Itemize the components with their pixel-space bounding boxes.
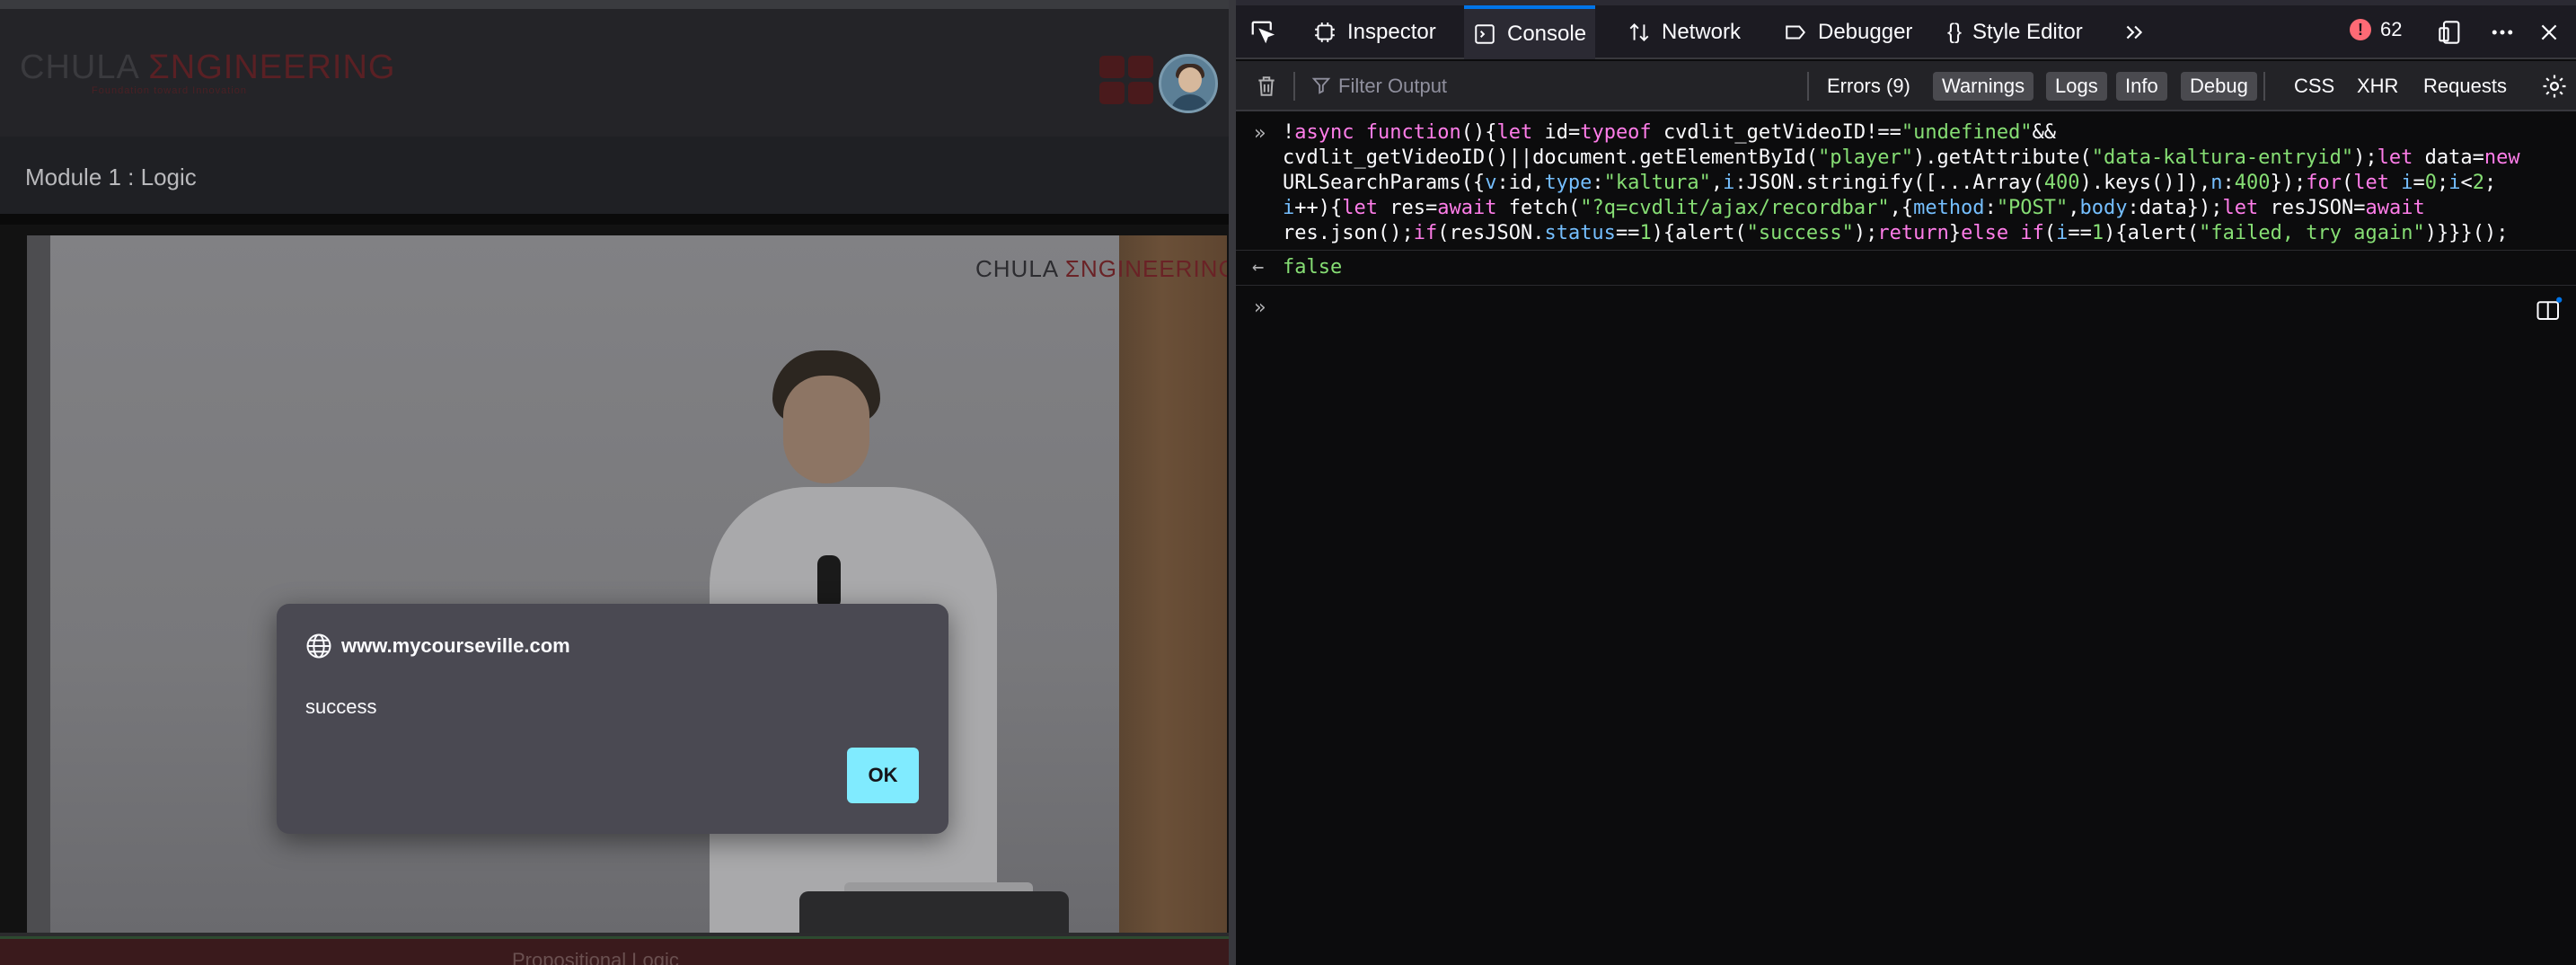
alert-header: www.mycourseville.com — [305, 633, 570, 660]
prompt-chevron-icon: » — [1254, 297, 1266, 319]
module-bar: Module 1 : Logic — [0, 137, 1229, 214]
console-result-value: false — [1283, 256, 1343, 279]
element-picker-icon[interactable] — [1248, 18, 1277, 47]
trash-icon[interactable] — [1252, 72, 1281, 101]
alert-origin: www.mycourseville.com — [341, 634, 570, 657]
console-settings-gear-icon[interactable] — [2540, 72, 2569, 101]
style-editor-icon: {} — [1947, 20, 1963, 44]
editor-mode-toggle-icon[interactable] — [2535, 297, 2563, 323]
console-input-code[interactable]: !async function(){let id=typeof cvdlit_g… — [1283, 120, 2558, 246]
error-count-badge[interactable]: ! 62 — [2350, 18, 2402, 41]
filter-logs-toggle[interactable]: Logs — [2046, 72, 2107, 101]
console-input[interactable] — [1283, 295, 2450, 327]
filter-info-toggle[interactable]: Info — [2116, 72, 2167, 101]
result-arrow-icon: ← — [1252, 256, 1265, 279]
close-icon[interactable] — [2535, 18, 2563, 47]
network-icon — [1629, 22, 1649, 42]
devtools-panel: Inspector Console Network Debugger {} St… — [1236, 0, 2576, 965]
debugger-icon — [1786, 25, 1806, 40]
filter-css-toggle[interactable]: CSS — [2285, 72, 2343, 101]
ok-button[interactable]: OK — [847, 748, 919, 803]
filter-debug-toggle[interactable]: Debug — [2181, 72, 2257, 101]
video-watermark: CHULA ΣNGINEERING — [975, 255, 1227, 282]
console-prompt: » — [1236, 289, 2576, 332]
filter-output-input[interactable] — [1311, 68, 1760, 104]
tab-network[interactable]: Network — [1619, 5, 1750, 59]
devtools-toolbar: Inspector Console Network Debugger {} St… — [1236, 0, 2576, 59]
tab-style-editor[interactable]: {} Style Editor — [1938, 5, 2092, 59]
console-result-message: ← false — [1236, 250, 2576, 286]
apps-grid-icon[interactable] — [1099, 56, 1153, 104]
globe-icon — [306, 633, 331, 659]
devtools-splitter[interactable] — [1229, 0, 1236, 965]
video-caption: Propositional Logic — [512, 949, 679, 965]
filter-xhr-toggle[interactable]: XHR — [2348, 72, 2407, 101]
tab-debugger[interactable]: Debugger — [1775, 5, 1921, 59]
console-filter-bar: Errors (9) Warnings Logs Info Debug CSS … — [1236, 61, 2576, 111]
tab-console[interactable]: Console — [1464, 5, 1596, 59]
filter-warnings-toggle[interactable]: Warnings — [1933, 72, 2034, 101]
web-page: CHULA ΣNGINEERING Foundation toward Inno… — [0, 0, 1229, 965]
more-tabs-chevron-icon[interactable] — [2120, 18, 2148, 47]
alert-dialog: www.mycourseville.com success OK — [277, 604, 948, 834]
user-avatar[interactable] — [1159, 54, 1218, 113]
page-top-strip — [0, 0, 1229, 9]
error-icon: ! — [2350, 19, 2371, 40]
filter-errors-toggle[interactable]: Errors (9) — [1818, 72, 1919, 101]
site-logo[interactable]: CHULA ΣNGINEERING Foundation toward Inno… — [20, 49, 395, 96]
responsive-design-icon[interactable] — [2436, 18, 2465, 47]
logo-text: CHULA ΣNGINEERING — [20, 49, 396, 86]
filter-requests-toggle[interactable]: Requests — [2414, 72, 2516, 101]
more-options-icon[interactable] — [2488, 18, 2517, 47]
console-input-message: » !async function(){let id=typeof cvdlit… — [1236, 117, 2576, 250]
input-chevron-icon: » — [1254, 122, 1266, 145]
tab-inspector[interactable]: Inspector — [1304, 5, 1445, 59]
module-title: Module 1 : Logic — [25, 164, 197, 190]
site-header: CHULA ΣNGINEERING Foundation toward Inno… — [0, 9, 1229, 137]
inspector-icon — [1315, 22, 1335, 42]
podium-image — [799, 891, 1069, 936]
alert-message: success — [305, 695, 377, 718]
console-output: » !async function(){let id=typeof cvdlit… — [1236, 113, 2576, 965]
video-caption-bar: Propositional Logic — [0, 933, 1229, 965]
console-icon — [1475, 24, 1495, 44]
